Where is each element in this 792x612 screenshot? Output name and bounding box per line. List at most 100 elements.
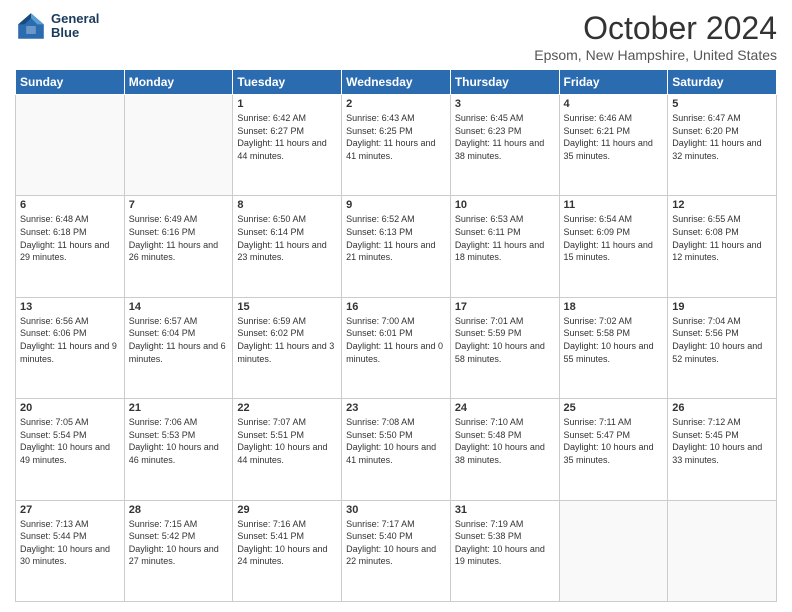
day-info: Sunrise: 7:13 AMSunset: 5:44 PMDaylight:…	[20, 518, 120, 568]
day-number: 29	[237, 504, 337, 516]
day-cell: 31Sunrise: 7:19 AMSunset: 5:38 PMDayligh…	[450, 500, 559, 601]
day-info: Sunrise: 6:47 AMSunset: 6:20 PMDaylight:…	[672, 112, 772, 162]
day-number: 2	[346, 98, 446, 110]
day-cell: 23 Sunrise: 7:08 AMSunset: 5:50 PMDayligh…	[342, 399, 451, 500]
day-info: Sunrise: 6:57 AMSunset: 6:04 PMDaylight:…	[129, 315, 229, 365]
day-cell: 24Sunrise: 7:10 AMSunset: 5:48 PMDayligh…	[450, 399, 559, 500]
header-row: SundayMondayTuesdayWednesdayThursdayFrid…	[16, 70, 777, 95]
header-cell-wednesday: Wednesday	[342, 70, 451, 95]
header-cell-saturday: Saturday	[668, 70, 777, 95]
day-cell	[16, 95, 125, 196]
week-row-5: 27 Sunrise: 7:13 AMSunset: 5:44 PMDayligh…	[16, 500, 777, 601]
title-block: October 2024 Epsom, New Hampshire, Unite…	[534, 10, 777, 63]
day-number: 18	[564, 301, 664, 313]
day-number: 25	[564, 402, 664, 414]
day-info: Sunrise: 7:00 AMSunset: 6:01 PMDaylight:…	[346, 315, 446, 365]
day-cell: 30Sunrise: 7:17 AMSunset: 5:40 PMDayligh…	[342, 500, 451, 601]
day-info: Sunrise: 6:43 AMSunset: 6:25 PMDaylight:…	[346, 112, 446, 162]
day-cell: 25 Sunrise: 7:11 AMSunset: 5:47 PMDayligh…	[559, 399, 668, 500]
day-number: 19	[672, 301, 772, 313]
day-number: 21	[129, 402, 229, 414]
day-cell: 20 Sunrise: 7:05 AMSunset: 5:54 PMDayligh…	[16, 399, 125, 500]
day-cell: 8Sunrise: 6:50 AMSunset: 6:14 PMDaylight…	[233, 196, 342, 297]
day-info: Sunrise: 6:49 AMSunset: 6:16 PMDaylight:…	[129, 213, 229, 263]
day-info: Sunrise: 7:12 AMSunset: 5:45 PMDaylight:…	[672, 416, 772, 466]
day-info: Sunrise: 7:02 AMSunset: 5:58 PMDaylight:…	[564, 315, 664, 365]
day-number: 11	[564, 199, 664, 211]
day-cell: 13 Sunrise: 6:56 AMSunset: 6:06 PMDayligh…	[16, 297, 125, 398]
day-number: 31	[455, 504, 555, 516]
week-row-3: 13 Sunrise: 6:56 AMSunset: 6:06 PMDayligh…	[16, 297, 777, 398]
day-cell: 29 Sunrise: 7:16 AMSunset: 5:41 PMDayligh…	[233, 500, 342, 601]
day-number: 27	[20, 504, 120, 516]
day-number: 20	[20, 402, 120, 414]
day-number: 13	[20, 301, 120, 313]
day-cell: 21 Sunrise: 7:06 AMSunset: 5:53 PMDayligh…	[124, 399, 233, 500]
day-info: Sunrise: 6:59 AMSunset: 6:02 PMDaylight:…	[237, 315, 337, 365]
day-cell: 4 Sunrise: 6:46 AMSunset: 6:21 PMDaylight…	[559, 95, 668, 196]
day-cell: 15 Sunrise: 6:59 AMSunset: 6:02 PMDayligh…	[233, 297, 342, 398]
day-info: Sunrise: 6:42 AMSunset: 6:27 PMDaylight:…	[237, 112, 337, 162]
logo-text: General Blue	[51, 12, 99, 41]
day-number: 12	[672, 199, 772, 211]
day-cell: 26 Sunrise: 7:12 AMSunset: 5:45 PMDayligh…	[668, 399, 777, 500]
calendar-title: October 2024	[534, 10, 777, 47]
day-cell: 1 Sunrise: 6:42 AMSunset: 6:27 PMDaylight…	[233, 95, 342, 196]
week-row-1: 1 Sunrise: 6:42 AMSunset: 6:27 PMDaylight…	[16, 95, 777, 196]
day-number: 17	[455, 301, 555, 313]
day-info: Sunrise: 7:05 AMSunset: 5:54 PMDaylight:…	[20, 416, 120, 466]
day-number: 8	[237, 199, 337, 211]
day-cell: 14 Sunrise: 6:57 AMSunset: 6:04 PMDayligh…	[124, 297, 233, 398]
day-number: 14	[129, 301, 229, 313]
header-cell-thursday: Thursday	[450, 70, 559, 95]
day-info: Sunrise: 7:08 AMSunset: 5:50 PMDaylight:…	[346, 416, 446, 466]
day-number: 10	[455, 199, 555, 211]
day-cell: 12 Sunrise: 6:55 AMSunset: 6:08 PMDayligh…	[668, 196, 777, 297]
day-info: Sunrise: 6:54 AMSunset: 6:09 PMDaylight:…	[564, 213, 664, 263]
day-cell	[124, 95, 233, 196]
day-info: Sunrise: 6:45 AMSunset: 6:23 PMDaylight:…	[455, 112, 555, 162]
day-number: 23	[346, 402, 446, 414]
day-info: Sunrise: 7:16 AMSunset: 5:41 PMDaylight:…	[237, 518, 337, 568]
day-info: Sunrise: 7:07 AMSunset: 5:51 PMDaylight:…	[237, 416, 337, 466]
day-cell	[668, 500, 777, 601]
logo: General Blue	[15, 10, 99, 42]
day-number: 1	[237, 98, 337, 110]
week-row-2: 6Sunrise: 6:48 AMSunset: 6:18 PMDaylight…	[16, 196, 777, 297]
logo-line2: Blue	[51, 26, 99, 40]
logo-icon	[15, 10, 47, 42]
day-info: Sunrise: 6:56 AMSunset: 6:06 PMDaylight:…	[20, 315, 120, 365]
day-number: 5	[672, 98, 772, 110]
day-number: 26	[672, 402, 772, 414]
day-info: Sunrise: 7:04 AMSunset: 5:56 PMDaylight:…	[672, 315, 772, 365]
header-cell-monday: Monday	[124, 70, 233, 95]
day-cell: 10Sunrise: 6:53 AMSunset: 6:11 PMDayligh…	[450, 196, 559, 297]
day-info: Sunrise: 7:06 AMSunset: 5:53 PMDaylight:…	[129, 416, 229, 466]
calendar-page: General Blue October 2024 Epsom, New Ham…	[0, 0, 792, 612]
day-cell: 5 Sunrise: 6:47 AMSunset: 6:20 PMDaylight…	[668, 95, 777, 196]
day-cell: 9 Sunrise: 6:52 AMSunset: 6:13 PMDaylight…	[342, 196, 451, 297]
day-info: Sunrise: 6:48 AMSunset: 6:18 PMDaylight:…	[20, 213, 120, 263]
day-number: 15	[237, 301, 337, 313]
day-cell: 7Sunrise: 6:49 AMSunset: 6:16 PMDaylight…	[124, 196, 233, 297]
calendar-table: SundayMondayTuesdayWednesdayThursdayFrid…	[15, 69, 777, 602]
header-cell-friday: Friday	[559, 70, 668, 95]
day-info: Sunrise: 6:55 AMSunset: 6:08 PMDaylight:…	[672, 213, 772, 263]
day-number: 3	[455, 98, 555, 110]
day-number: 4	[564, 98, 664, 110]
day-cell: 19 Sunrise: 7:04 AMSunset: 5:56 PMDayligh…	[668, 297, 777, 398]
day-cell: 17Sunrise: 7:01 AMSunset: 5:59 PMDayligh…	[450, 297, 559, 398]
header-cell-sunday: Sunday	[16, 70, 125, 95]
logo-line1: General	[51, 12, 99, 26]
day-number: 28	[129, 504, 229, 516]
day-info: Sunrise: 6:52 AMSunset: 6:13 PMDaylight:…	[346, 213, 446, 263]
day-cell: 11 Sunrise: 6:54 AMSunset: 6:09 PMDayligh…	[559, 196, 668, 297]
day-cell: 22Sunrise: 7:07 AMSunset: 5:51 PMDayligh…	[233, 399, 342, 500]
day-cell: 27 Sunrise: 7:13 AMSunset: 5:44 PMDayligh…	[16, 500, 125, 601]
day-info: Sunrise: 6:46 AMSunset: 6:21 PMDaylight:…	[564, 112, 664, 162]
day-info: Sunrise: 7:15 AMSunset: 5:42 PMDaylight:…	[129, 518, 229, 568]
day-info: Sunrise: 7:11 AMSunset: 5:47 PMDaylight:…	[564, 416, 664, 466]
day-number: 9	[346, 199, 446, 211]
day-number: 16	[346, 301, 446, 313]
day-cell: 16 Sunrise: 7:00 AMSunset: 6:01 PMDayligh…	[342, 297, 451, 398]
